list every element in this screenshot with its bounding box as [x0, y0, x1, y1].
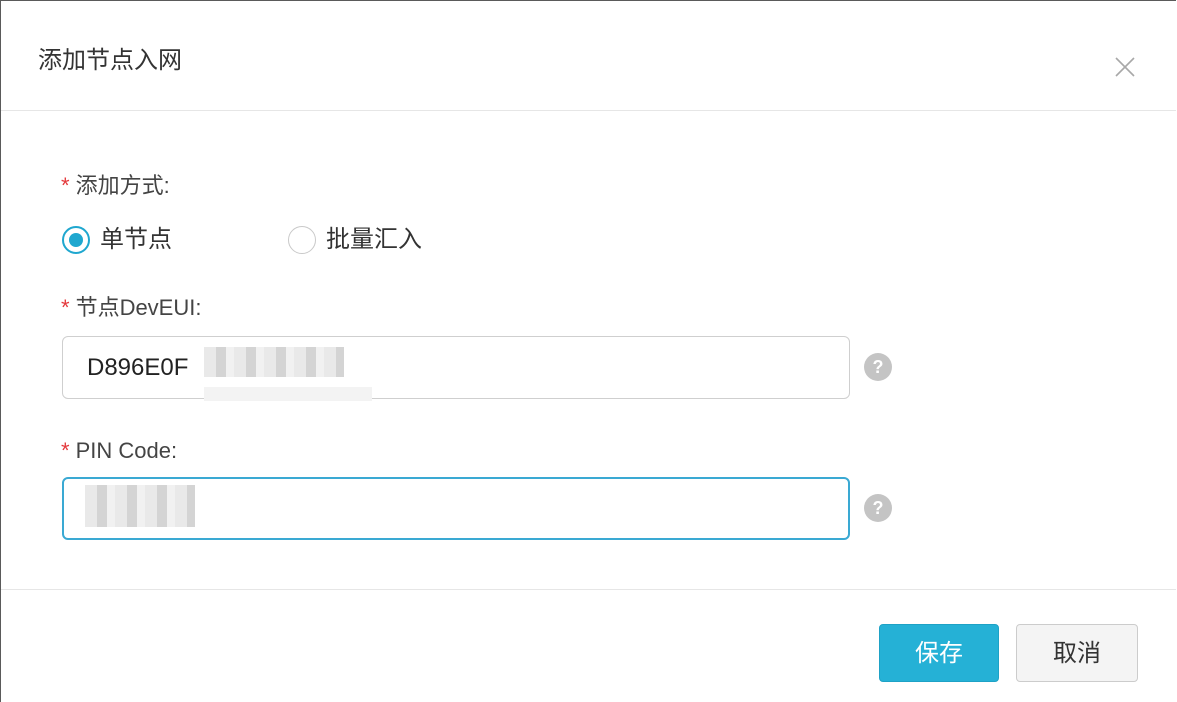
- redacted-mask: [85, 485, 195, 527]
- dialog-header: 添加节点入网: [1, 1, 1176, 111]
- radio-batch-import[interactable]: 批量汇入: [288, 225, 422, 255]
- radio-unchecked-icon: [288, 226, 316, 254]
- redacted-mask: [204, 387, 372, 401]
- question-icon[interactable]: ?: [864, 494, 892, 522]
- required-mark: *: [61, 173, 70, 198]
- required-mark: *: [61, 438, 70, 463]
- radio-label: 批量汇入: [326, 226, 422, 253]
- pin-label-text: PIN Code:: [75, 438, 178, 463]
- deveui-label-text: 节点DevEUI:: [75, 295, 202, 320]
- required-mark: *: [61, 295, 70, 320]
- close-icon[interactable]: [1111, 53, 1139, 81]
- redacted-mask: [204, 347, 344, 377]
- method-label-text: 添加方式:: [75, 173, 170, 198]
- deveui-value: D896E0F: [87, 354, 189, 381]
- deveui-input[interactable]: D896E0F: [62, 336, 850, 399]
- save-button[interactable]: 保存: [879, 624, 999, 682]
- pin-label: * PIN Code:: [61, 437, 177, 465]
- method-label: * 添加方式:: [61, 172, 170, 200]
- radio-single-node[interactable]: 单节点: [62, 225, 172, 255]
- cancel-button[interactable]: 取消: [1016, 624, 1138, 682]
- radio-checked-icon: [62, 226, 90, 254]
- dialog-footer-divider: [1, 589, 1176, 590]
- question-icon[interactable]: ?: [864, 353, 892, 381]
- dialog-title: 添加节点入网: [38, 47, 182, 74]
- radio-label: 单节点: [100, 226, 172, 253]
- deveui-label: * 节点DevEUI:: [61, 294, 201, 322]
- add-node-dialog: 添加节点入网 * 添加方式: 单节点 批量汇入 * 节点DevEUI: D896E0…: [0, 0, 1176, 702]
